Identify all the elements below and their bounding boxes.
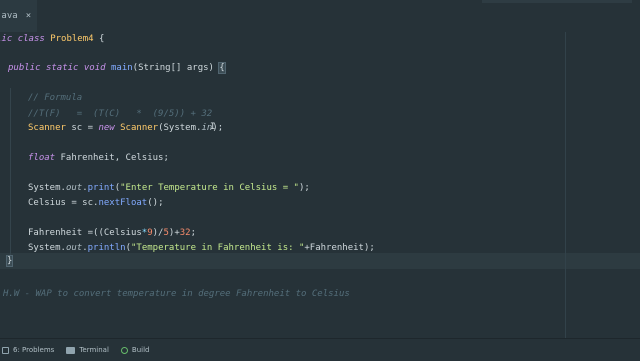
code-line-declaration: float Fahrenheit, Celsius; <box>28 153 169 163</box>
file-tab-name: java <box>0 11 18 21</box>
code-line-calc: Fahrenheit =((Celsius*9)/5)+32; <box>28 228 197 238</box>
code-editor[interactable]: lic class Problem4 { public static void … <box>0 32 640 338</box>
file-tab[interactable]: java × <box>0 0 38 34</box>
problems-label: 6: Problems <box>13 346 55 354</box>
terminal-icon <box>66 346 76 354</box>
code-line-closing-brace: } <box>5 254 14 268</box>
problems-icon <box>2 346 9 354</box>
terminal-label: Terminal <box>79 346 109 354</box>
code-line-main: public static void main(String[] args) { <box>8 62 226 74</box>
code-line-comment-2: //T(F) = (T(C) * (9/5)) + 32 <box>28 109 213 119</box>
code-line-comment-1: // Formula <box>28 93 83 103</box>
indent-guide <box>10 88 11 260</box>
code-line-class: lic class Problem4 { <box>0 34 105 44</box>
code-line-homework-comment: H.W - WAP to convert temperature in degr… <box>3 289 350 299</box>
close-icon[interactable]: × <box>26 11 31 21</box>
problems-tool-button[interactable]: 6: Problems <box>2 346 54 354</box>
editor-tab-bar: java × <box>0 0 640 34</box>
code-line-print: System.out.print("Enter Temperature in C… <box>28 183 310 193</box>
build-icon <box>120 346 128 354</box>
code-line-read: Celsius = sc.nextFloat(); <box>28 198 164 208</box>
code-line-println: System.out.println("Temperature in Fahre… <box>28 243 375 253</box>
mouse-ibeam-cursor: I <box>210 122 216 132</box>
build-label: Build <box>131 346 150 354</box>
scroll-indicator <box>482 0 632 3</box>
current-line-highlight <box>0 253 640 269</box>
build-tool-button[interactable]: Build <box>120 346 150 354</box>
tool-window-bar: 6: Problems Terminal Build <box>0 338 640 361</box>
matched-brace-close: } <box>5 255 14 267</box>
code-line-scanner: Scanner sc = new Scanner(System.in); <box>28 123 224 133</box>
matched-brace: { <box>218 62 226 74</box>
terminal-tool-button[interactable]: Terminal <box>66 346 109 354</box>
right-margin-guide <box>565 32 566 338</box>
